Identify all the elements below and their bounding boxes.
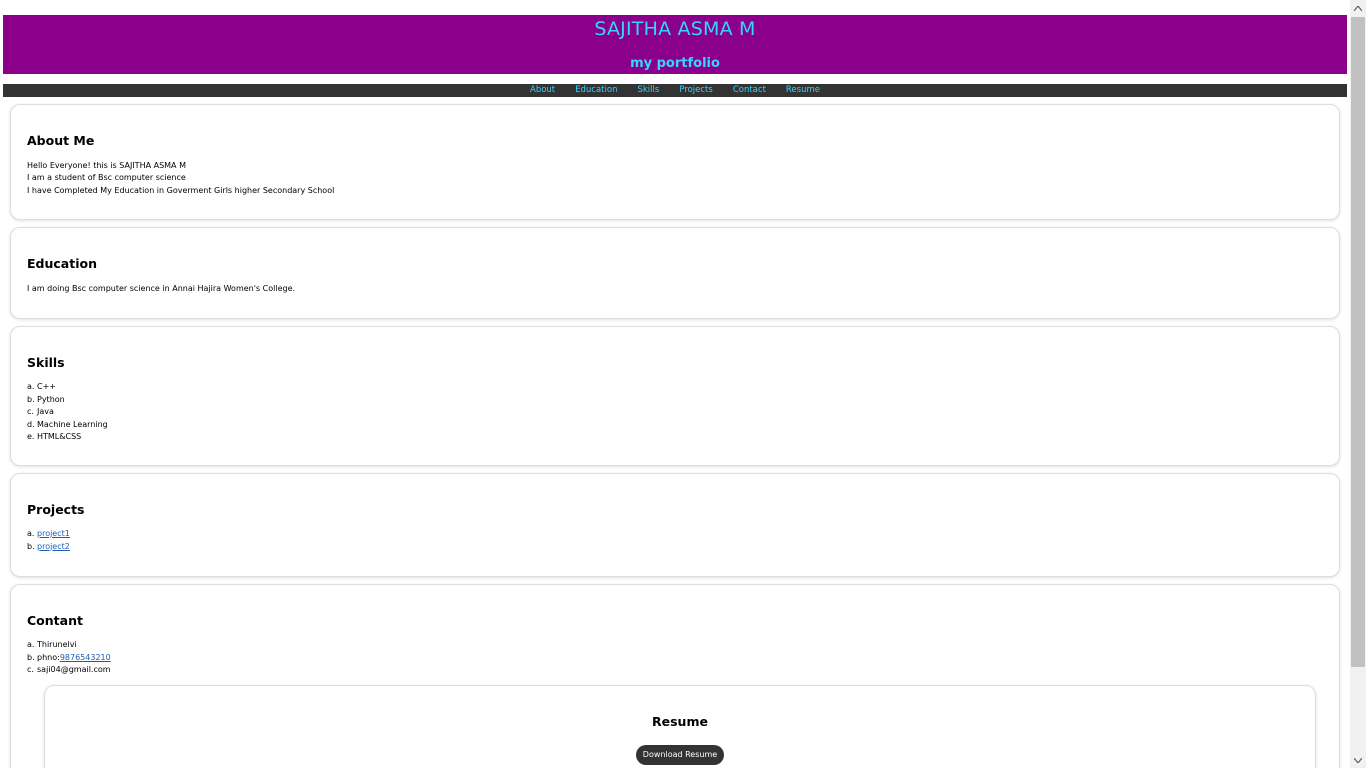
contact-list: a. Thirunelvi b. phno:9876543210 c. saji04@…: [27, 639, 111, 677]
list-marker: b.: [27, 394, 35, 404]
resume-heading: Resume: [652, 714, 708, 729]
skill-label: HTML&CSS: [37, 432, 82, 441]
skill-label: Machine Learning: [37, 419, 108, 429]
page-scrollbar[interactable]: [1350, 0, 1366, 768]
list-marker: c.: [27, 407, 34, 416]
about-section: About Me Hello Everyone! this is SAJITHA…: [10, 104, 1340, 220]
list-marker: d.: [27, 419, 35, 429]
scrollbar-thumb[interactable]: [1351, 17, 1365, 667]
about-heading: About Me: [27, 133, 95, 148]
skills-heading: Skills: [27, 355, 65, 370]
list-item: a. project1: [27, 528, 70, 541]
nav-link-about[interactable]: About: [530, 84, 555, 97]
list-marker: b.: [27, 541, 35, 551]
list-item: c. Java: [27, 406, 108, 419]
download-resume-button[interactable]: Download Resume: [636, 745, 724, 765]
resume-section: Resume Download Resume: [44, 685, 1316, 768]
list-item: b. Python: [27, 394, 108, 407]
skill-label: Python: [37, 394, 65, 404]
projects-section: Projects a. project1 b. project2: [10, 473, 1340, 577]
skills-list: a. C++ b. Python c. Java d. Machine Learning…: [27, 381, 108, 444]
phone-link[interactable]: 9876543210: [60, 653, 111, 662]
education-heading: Education: [27, 256, 97, 271]
skill-label: Java: [37, 407, 54, 416]
contact-section: Contant a. Thirunelvi b. phno:9876543210 c…: [10, 584, 1340, 768]
projects-list: a. project1 b. project2: [27, 528, 70, 553]
education-section: Education I am doing Bsc computer scienc…: [10, 227, 1340, 319]
list-marker: a.: [27, 529, 35, 538]
skills-section: Skills a. C++ b. Python c. Java d. Machine L…: [10, 326, 1340, 466]
contact-email: saji04@gmail.com: [37, 665, 111, 674]
site-title: SAJITHA ASMA M: [594, 18, 756, 40]
site-subtitle: my portfolio: [630, 56, 720, 71]
list-item: a. C++: [27, 381, 108, 394]
nav-bar: About Education Skills Projects Contact …: [3, 84, 1347, 97]
phone-prefix: phno:: [37, 652, 60, 662]
nav-link-education[interactable]: Education: [575, 84, 617, 97]
scroll-up-arrow-icon[interactable]: [1350, 0, 1366, 16]
nav-link-skills[interactable]: Skills: [637, 84, 659, 97]
list-marker: a.: [27, 640, 35, 649]
list-marker: e.: [27, 432, 35, 441]
project-link-1[interactable]: project1: [37, 529, 70, 538]
site-header: SAJITHA ASMA M my portfolio: [3, 15, 1347, 74]
list-item: d. Machine Learning: [27, 419, 108, 432]
nav-link-resume[interactable]: Resume: [786, 84, 820, 97]
education-text: I am doing Bsc computer science in Annai…: [27, 284, 296, 293]
about-line: Hello Everyone! this is SAJITHA ASMA M: [27, 161, 186, 170]
nav-link-projects[interactable]: Projects: [679, 84, 713, 97]
list-item: c. saji04@gmail.com: [27, 664, 111, 677]
list-marker: b.: [27, 652, 35, 662]
page-viewport: SAJITHA ASMA M my portfolio About Educat…: [0, 0, 1350, 768]
contact-heading: Contant: [27, 613, 83, 628]
nav-link-contact[interactable]: Contact: [733, 84, 766, 97]
scroll-down-arrow-icon[interactable]: [1350, 752, 1366, 768]
about-line: I have Completed My Education in Goverme…: [27, 185, 335, 195]
list-marker: a.: [27, 382, 35, 391]
skill-label: C++: [37, 382, 56, 391]
list-item: b. project2: [27, 541, 70, 554]
list-item: a. Thirunelvi: [27, 639, 111, 652]
about-line: I am a student of Bsc computer science: [27, 173, 186, 183]
contact-address: Thirunelvi: [37, 640, 77, 649]
list-item: e. HTML&CSS: [27, 431, 108, 444]
project-link-2[interactable]: project2: [37, 542, 70, 551]
list-item: b. phno:9876543210: [27, 652, 111, 665]
about-text: Hello Everyone! this is SAJITHA ASMA M I…: [27, 160, 334, 197]
list-marker: c.: [27, 665, 34, 674]
projects-heading: Projects: [27, 502, 85, 517]
